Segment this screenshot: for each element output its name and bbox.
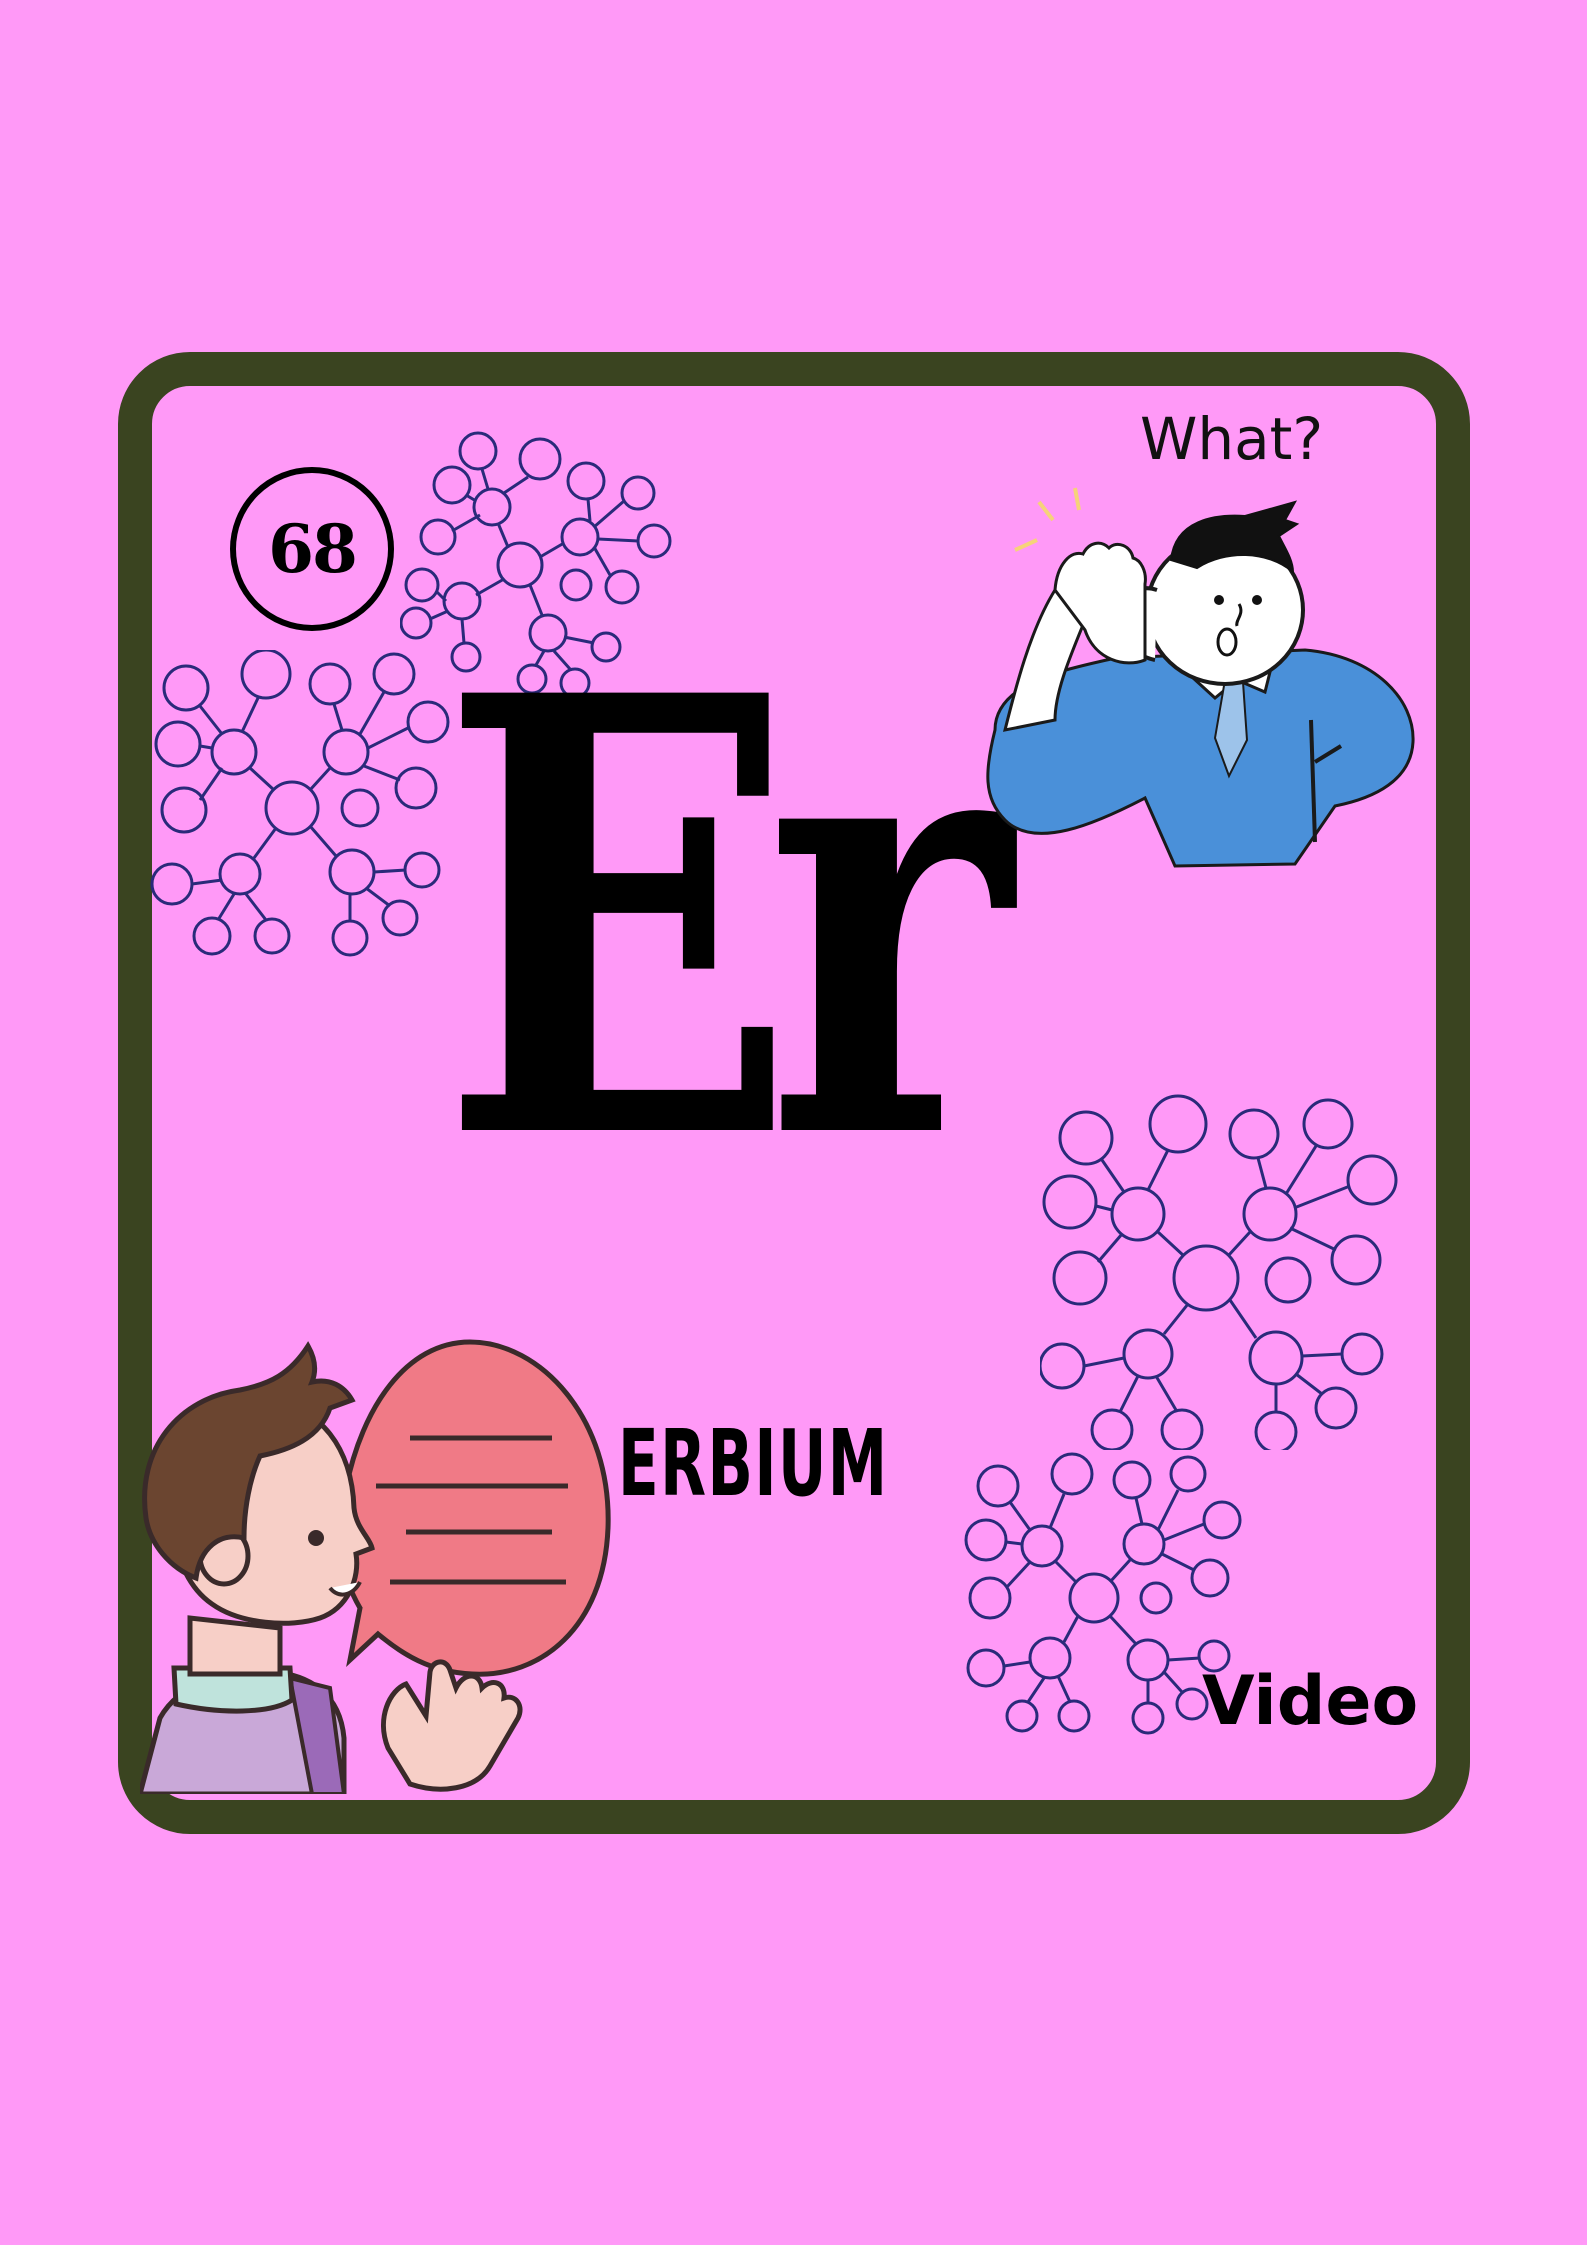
- question-label: What?: [1140, 405, 1324, 473]
- atomic-number-badge: 68: [230, 467, 394, 631]
- listening-person-icon: [986, 487, 1415, 868]
- atomic-number: 68: [268, 510, 358, 588]
- page: 68 Er ERBIUM What? Video: [0, 0, 1587, 2245]
- molecule-network-icon-right: [1040, 1094, 1398, 1450]
- talking-person-icon: [140, 1339, 611, 1794]
- molecule-network-icon-left: [150, 650, 450, 957]
- element-name: ERBIUM: [618, 1410, 889, 1517]
- video-label: Video: [1202, 1662, 1419, 1741]
- element-symbol: Er: [440, 567, 1012, 1272]
